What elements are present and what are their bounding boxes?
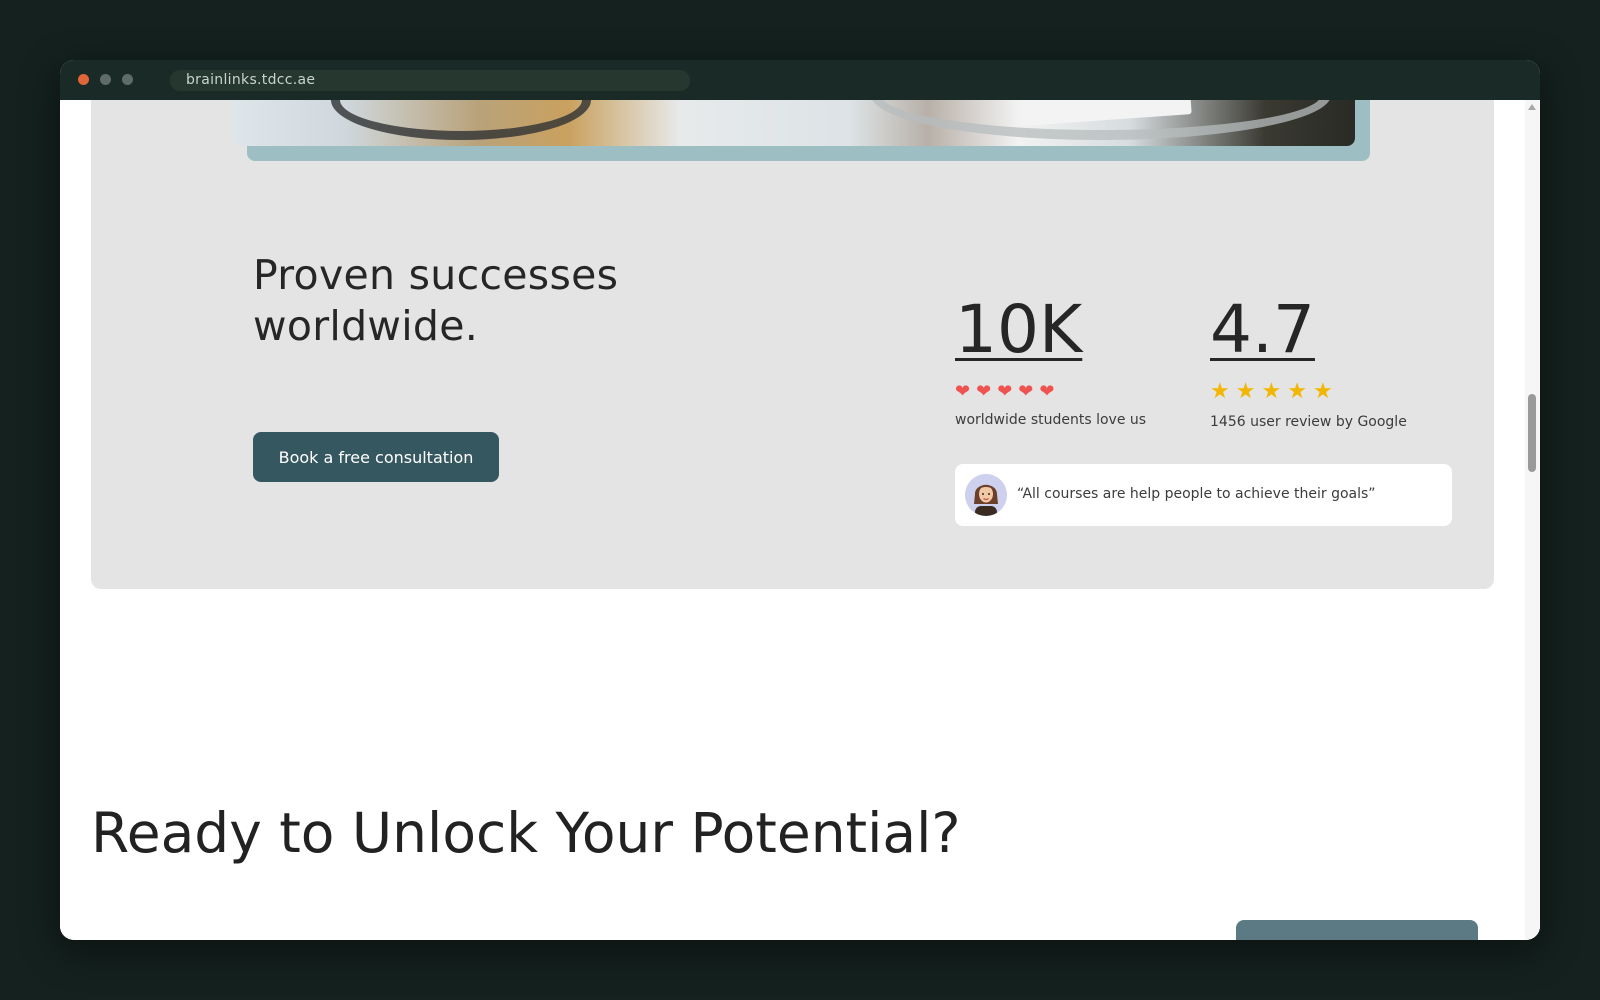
cta-heading: Ready to Unlock Your Potential? xyxy=(91,801,961,865)
cta-button-partial[interactable] xyxy=(1236,920,1478,940)
page-viewport: Proven successes worldwide. Book a free … xyxy=(60,100,1540,940)
success-heading: Proven successes worldwide. xyxy=(253,251,619,350)
stars-rating: ★ ★ ★ ★ ★ xyxy=(1210,381,1333,403)
address-bar[interactable]: brainlinks.tdcc.ae xyxy=(170,70,690,91)
minimize-window-button[interactable] xyxy=(100,74,111,85)
photo-detail xyxy=(331,100,591,140)
star-icon: ★ xyxy=(1210,379,1230,404)
avatar xyxy=(965,474,1007,516)
close-window-button[interactable] xyxy=(78,74,89,85)
heart-icon: ❤ xyxy=(955,381,971,402)
rating-caption: 1456 user review by Google xyxy=(1210,414,1407,430)
students-caption: worldwide students love us xyxy=(955,412,1147,428)
heart-icon: ❤ xyxy=(1039,381,1055,402)
star-icon: ★ xyxy=(1261,379,1282,404)
heart-icon: ❤ xyxy=(997,381,1013,402)
heart-icon: ❤ xyxy=(976,381,992,402)
hearts-rating: ❤ ❤ ❤ ❤ ❤ xyxy=(955,383,1054,401)
scrollbar-thumb[interactable] xyxy=(1528,394,1536,472)
star-icon: ★ xyxy=(1287,379,1307,404)
heart-icon: ❤ xyxy=(1018,381,1034,402)
browser-titlebar: brainlinks.tdcc.ae xyxy=(60,60,1540,100)
book-consultation-button[interactable]: Book a free consultation xyxy=(253,432,499,482)
testimonial-quote: “All courses are help people to achieve … xyxy=(1017,486,1376,502)
testimonial-card: “All courses are help people to achieve … xyxy=(955,464,1452,526)
browser-window: brainlinks.tdcc.ae Proven successes worl… xyxy=(60,60,1540,940)
star-icon: ★ xyxy=(1235,379,1256,404)
hero-photo xyxy=(231,100,1355,146)
scroll-up-arrow-icon[interactable] xyxy=(1528,104,1536,110)
page-scrollbar[interactable] xyxy=(1525,100,1540,940)
star-icon: ★ xyxy=(1312,379,1333,404)
rating-value: 4.7 xyxy=(1210,291,1315,368)
woman-avatar-icon xyxy=(965,474,1007,516)
students-count: 10K xyxy=(955,291,1083,368)
maximize-window-button[interactable] xyxy=(122,74,133,85)
